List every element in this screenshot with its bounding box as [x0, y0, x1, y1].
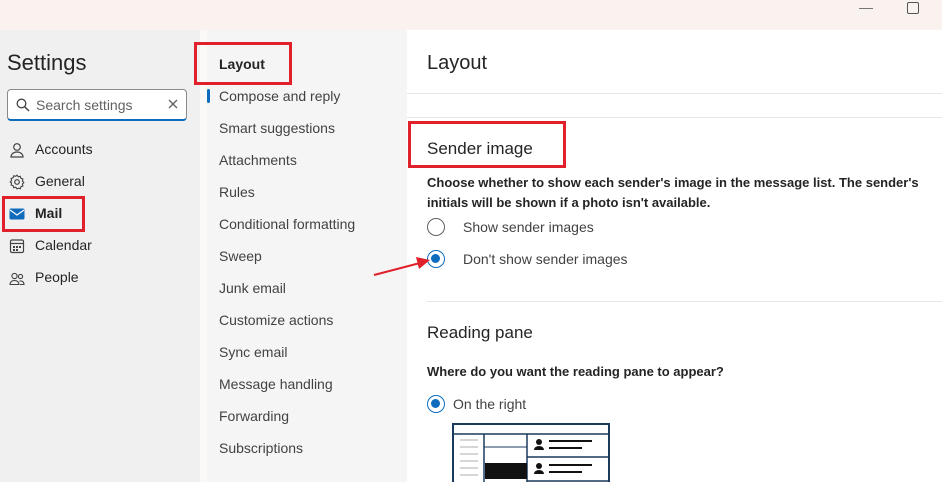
divider: [407, 117, 942, 118]
radio-on-the-right[interactable]: On the right: [427, 394, 627, 418]
sidebar-item-label: People: [35, 269, 79, 285]
close-icon[interactable]: [166, 97, 180, 111]
radio-label: On the right: [453, 396, 527, 412]
radio-label: Don't show sender images: [463, 251, 628, 267]
nav-item-rules[interactable]: Rules: [219, 184, 255, 200]
gear-icon: [9, 174, 25, 190]
divider: [407, 93, 942, 94]
nav-item-subscriptions[interactable]: Subscriptions: [219, 440, 303, 456]
annotation-arrow-icon: [373, 257, 430, 276]
page-title: Layout: [427, 52, 488, 74]
nav-item-sweep[interactable]: Sweep: [219, 248, 262, 264]
reading-pane-preview-image: [452, 423, 610, 482]
nav-item-compose-and-reply[interactable]: Compose and reply: [219, 88, 340, 104]
annotation-box-sender-image: [408, 121, 566, 168]
section-heading-reading-pane: Reading pane: [427, 323, 533, 342]
radio-label: Show sender images: [463, 219, 594, 235]
radio-button[interactable]: [427, 395, 445, 413]
search-icon: [16, 98, 30, 112]
nav-item-forwarding[interactable]: Forwarding: [219, 408, 289, 424]
sidebar-item-accounts[interactable]: Accounts: [7, 136, 187, 164]
settings-sidebar: Settings Accounts General Mail: [0, 30, 200, 482]
radio-show-sender-images[interactable]: Show sender images: [427, 217, 727, 241]
sidebar-item-calendar[interactable]: Calendar: [7, 232, 187, 260]
annotation-box-mail: [2, 196, 85, 232]
divider: [427, 301, 942, 302]
sidebar-item-label: Calendar: [35, 237, 92, 253]
nav-item-customize-actions[interactable]: Customize actions: [219, 312, 333, 328]
sidebar-item-people[interactable]: People: [7, 264, 187, 292]
settings-title: Settings: [7, 50, 87, 75]
sidebar-item-general[interactable]: General: [7, 168, 187, 196]
window-titlebar: [0, 0, 942, 30]
search-box[interactable]: [7, 89, 187, 121]
radio-button[interactable]: [427, 218, 445, 236]
nav-item-sync-email[interactable]: Sync email: [219, 344, 287, 360]
calendar-icon: [9, 239, 25, 254]
people-icon: [9, 272, 25, 286]
nav-item-attachments[interactable]: Attachments: [219, 152, 297, 168]
settings-content: Layout Sender image Choose whether to sh…: [407, 30, 942, 482]
radio-dont-show-sender-images[interactable]: Don't show sender images: [427, 249, 727, 273]
annotation-box-layout: [194, 42, 292, 85]
nav-item-message-handling[interactable]: Message handling: [219, 376, 333, 392]
nav-item-smart-suggestions[interactable]: Smart suggestions: [219, 120, 335, 136]
selected-indicator: [207, 89, 210, 103]
person-icon: [10, 143, 24, 158]
nav-item-conditional-formatting[interactable]: Conditional formatting: [219, 216, 355, 232]
sidebar-item-label: Accounts: [35, 141, 93, 157]
section-description: Where do you want the reading pane to ap…: [427, 364, 724, 379]
sidebar-item-label: General: [35, 173, 85, 189]
minimize-icon[interactable]: [859, 8, 873, 9]
search-input[interactable]: [36, 95, 166, 115]
maximize-icon[interactable]: [907, 2, 919, 14]
nav-item-junk-email[interactable]: Junk email: [219, 280, 286, 296]
section-description: Choose whether to show each sender's ima…: [427, 175, 919, 210]
